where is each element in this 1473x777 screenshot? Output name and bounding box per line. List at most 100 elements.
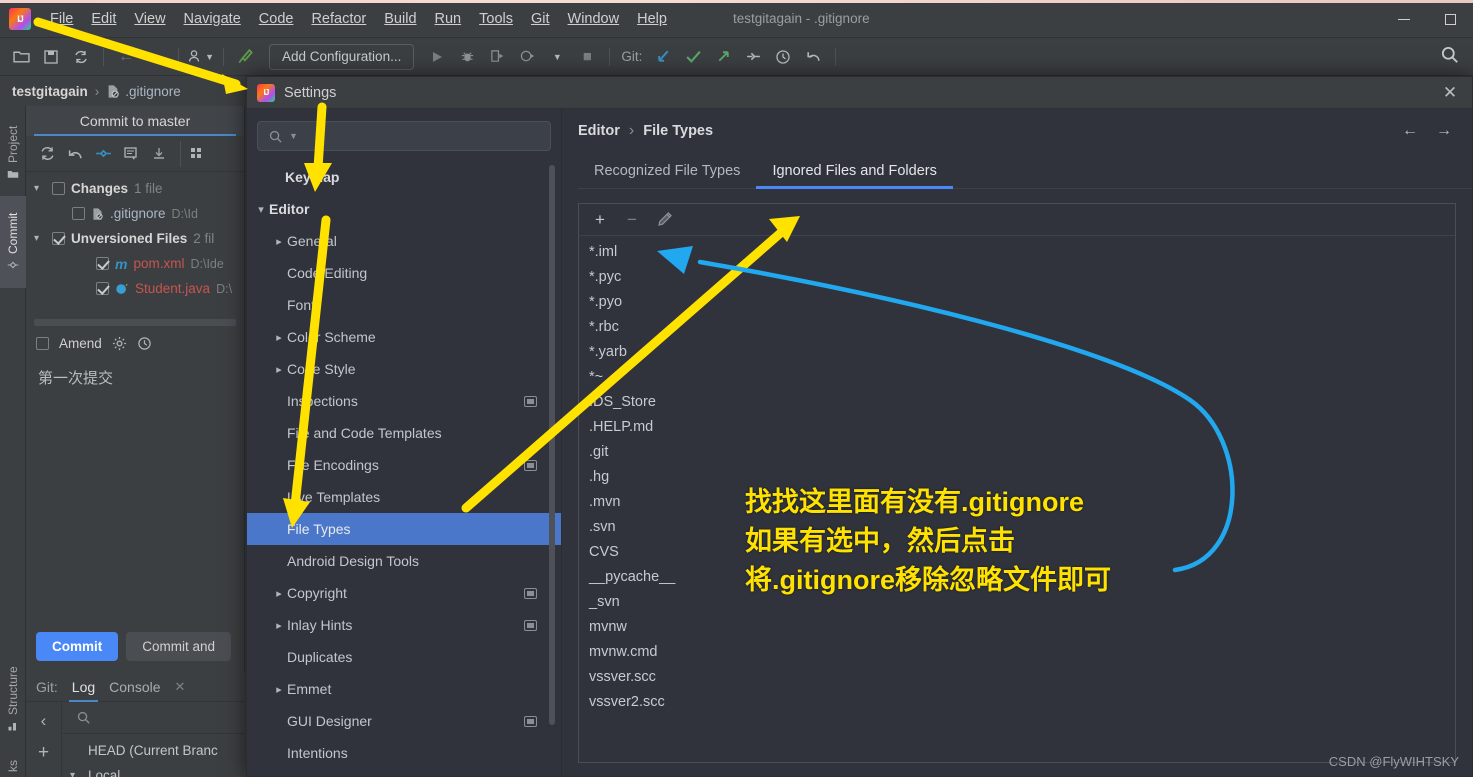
menu-item-git[interactable]: Git: [522, 7, 559, 31]
commit-panel-splitter[interactable]: [34, 319, 236, 326]
settings-search-input[interactable]: ▼: [257, 121, 551, 151]
menu-item-file[interactable]: File: [41, 7, 82, 31]
download-icon[interactable]: [146, 141, 172, 167]
git-history-icon[interactable]: [770, 44, 796, 70]
list-item[interactable]: .git: [579, 440, 1455, 465]
git-update-icon[interactable]: [650, 44, 676, 70]
tree-row-student-java[interactable]: Student.java D:\: [26, 276, 244, 301]
git-branch-search-input[interactable]: [62, 702, 245, 734]
profile-icon[interactable]: [514, 44, 540, 70]
stripe-tab-structure[interactable]: Structure: [0, 651, 26, 747]
nav-forward-icon[interactable]: →: [1436, 122, 1452, 140]
menu-item-code[interactable]: Code: [250, 7, 303, 31]
chevron-right-icon[interactable]: ▸: [271, 363, 287, 376]
tree-row-changes[interactable]: ▾ Changes 1 file: [26, 176, 244, 201]
forward-arrow-icon[interactable]: →: [143, 44, 169, 70]
breadcrumb-project[interactable]: testgitagain: [12, 84, 88, 99]
list-item[interactable]: *.rbc: [579, 315, 1455, 340]
settings-tree-item-duplicates[interactable]: Duplicates: [247, 641, 561, 673]
open-folder-icon[interactable]: [8, 44, 34, 70]
add-branch-icon[interactable]: +: [38, 742, 49, 764]
ignored-files-list[interactable]: *.iml *.pyc *.pyo *.rbc *.yarb *~ .DS_St…: [579, 236, 1455, 715]
debug-icon[interactable]: [454, 44, 480, 70]
update-project-icon[interactable]: ▼: [188, 44, 214, 70]
edit-pattern-button[interactable]: [651, 208, 677, 232]
tree-row-unversioned[interactable]: ▾ Unversioned Files 2 fil: [26, 226, 244, 251]
stripe-tab-bookmarks[interactable]: ks: [0, 751, 26, 777]
settings-breadcrumb-parent[interactable]: Editor: [578, 123, 620, 139]
tab-log[interactable]: Log: [68, 672, 99, 702]
sync-refresh-icon[interactable]: [68, 44, 94, 70]
commit-settings-gear-icon[interactable]: [112, 336, 127, 351]
settings-tree-item-font[interactable]: Font: [247, 289, 561, 321]
breadcrumb-file[interactable]: .gitignore: [125, 84, 181, 99]
close-dialog-button[interactable]: ✕: [1428, 77, 1472, 109]
tab-console[interactable]: Console: [109, 679, 160, 695]
shelve-changes-icon[interactable]: [90, 141, 116, 167]
run-icon[interactable]: [424, 44, 450, 70]
menu-item-refactor[interactable]: Refactor: [302, 7, 375, 31]
list-item[interactable]: mvnw: [579, 615, 1455, 640]
list-item[interactable]: *.pyc: [579, 265, 1455, 290]
menu-item-tools[interactable]: Tools: [470, 7, 522, 31]
git-pull-request-icon[interactable]: [740, 44, 766, 70]
chevron-down-icon[interactable]: ▾: [34, 233, 46, 244]
add-configuration-button[interactable]: Add Configuration...: [269, 43, 415, 70]
settings-tree-item-copyright[interactable]: ▸ Copyright: [247, 577, 561, 609]
chevron-right-icon[interactable]: ▸: [271, 587, 287, 600]
list-item[interactable]: .HELP.md: [579, 415, 1455, 440]
commit-and-push-button[interactable]: Commit and: [126, 632, 232, 661]
back-arrow-icon[interactable]: ←: [113, 44, 139, 70]
chevron-right-icon[interactable]: ▸: [271, 331, 287, 344]
settings-tree-item-android-design-tools[interactable]: Android Design Tools: [247, 545, 561, 577]
list-item[interactable]: *.iml: [579, 240, 1455, 265]
chevron-right-icon[interactable]: ▸: [271, 683, 287, 696]
tab-ignored-files-and-folders[interactable]: Ignored Files and Folders: [756, 153, 954, 189]
tab-recognized-file-types[interactable]: Recognized File Types: [578, 153, 756, 188]
tree-row-gitignore[interactable]: .gitignore D:\Id: [26, 201, 244, 226]
list-item[interactable]: vssver.scc: [579, 665, 1455, 690]
collapse-left-icon[interactable]: ‹: [41, 710, 47, 732]
list-item[interactable]: vssver2.scc: [579, 690, 1455, 715]
close-console-tab-icon[interactable]: ✕: [175, 679, 186, 695]
save-all-icon[interactable]: [38, 44, 64, 70]
chevron-right-icon[interactable]: ▸: [271, 619, 287, 632]
commit-message-input[interactable]: 第一次提交: [26, 361, 244, 394]
git-commit-check-icon[interactable]: [680, 44, 706, 70]
menu-item-edit[interactable]: Edit: [82, 7, 125, 31]
settings-tree-item-language-injections[interactable]: ▸ Language Injections: [247, 769, 561, 777]
menu-item-help[interactable]: Help: [628, 7, 676, 31]
changes-checkbox[interactable]: [52, 182, 65, 195]
list-item[interactable]: *.pyo: [579, 290, 1455, 315]
git-row-head[interactable]: HEAD (Current Branc: [62, 738, 245, 763]
git-row-local[interactable]: ▾ Local: [62, 763, 245, 777]
git-revert-icon[interactable]: [800, 44, 826, 70]
rollback-icon[interactable]: [62, 141, 88, 167]
tree-row-pom-xml[interactable]: m pom.xml D:\Ide: [26, 251, 244, 276]
list-item[interactable]: mvnw.cmd: [579, 640, 1455, 665]
list-item[interactable]: .DS_Store: [579, 390, 1455, 415]
run-with-coverage-icon[interactable]: [484, 44, 510, 70]
chevron-down-icon[interactable]: ▾: [253, 203, 269, 216]
menu-item-view[interactable]: View: [125, 7, 174, 31]
settings-tree-item-live-templates[interactable]: Live Templates: [247, 481, 561, 513]
settings-tree-item-file-encodings[interactable]: File Encodings: [247, 449, 561, 481]
maximize-button[interactable]: [1427, 0, 1473, 38]
student-java-checkbox[interactable]: [96, 282, 109, 295]
settings-tree-scrollbar[interactable]: [549, 165, 555, 725]
commit-history-icon[interactable]: [137, 336, 152, 351]
nav-back-icon[interactable]: ←: [1402, 122, 1418, 140]
menu-item-build[interactable]: Build: [375, 7, 425, 31]
diff-icon[interactable]: [118, 141, 144, 167]
amend-checkbox[interactable]: [36, 337, 49, 350]
unversioned-checkbox[interactable]: [52, 232, 65, 245]
git-push-icon[interactable]: [710, 44, 736, 70]
gitignore-checkbox[interactable]: [72, 207, 85, 220]
settings-tree-item-color-scheme[interactable]: ▸ Color Scheme: [247, 321, 561, 353]
list-item[interactable]: *~: [579, 365, 1455, 390]
global-search-icon[interactable]: [1440, 45, 1459, 69]
settings-tree-item-emmet[interactable]: ▸ Emmet: [247, 673, 561, 705]
minimize-button[interactable]: [1381, 0, 1427, 38]
settings-tree-item-intentions[interactable]: Intentions: [247, 737, 561, 769]
menu-item-window[interactable]: Window: [559, 7, 629, 31]
